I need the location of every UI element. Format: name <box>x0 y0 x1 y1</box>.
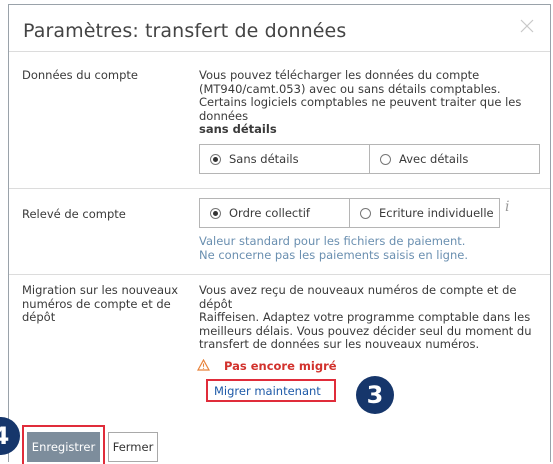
section-divider <box>9 188 550 189</box>
section-divider <box>9 274 550 275</box>
close-icon[interactable] <box>518 17 536 35</box>
close-button[interactable]: Fermer <box>108 432 158 462</box>
step-badge-3: 3 <box>356 376 394 414</box>
statement-toggle: Ordre collectif Ecriture individuelle <box>199 198 500 228</box>
details-toggle: Sans détails Avec détails <box>199 144 540 174</box>
radio-selected-icon <box>210 207 221 219</box>
info-icon[interactable]: i <box>505 199 509 215</box>
dialog-title: Paramètres: transfert de données <box>23 20 347 42</box>
migration-description: Vous avez reçu de nouveaux numéros de co… <box>199 283 532 351</box>
option-ecriture-individuelle[interactable]: Ecriture individuelle <box>349 199 499 227</box>
save-button[interactable]: Enregistrer <box>27 432 100 462</box>
account-data-description: Vous pouvez télécharger les données du c… <box>199 68 541 137</box>
option-sans-details[interactable]: Sans détails <box>200 145 369 173</box>
sans-details-emphasis: sans détails <box>199 122 277 136</box>
statement-hint: Valeur standard pour les fichiers de pai… <box>199 234 468 262</box>
statement-label: Relevé de compte <box>22 207 126 221</box>
status-not-migrated: Pas encore migré <box>224 358 337 373</box>
radio-empty-icon <box>360 207 371 219</box>
radio-selected-icon <box>210 153 221 165</box>
warning-icon <box>196 356 211 375</box>
option-avec-details[interactable]: Avec détails <box>369 145 539 173</box>
option-ordre-collectif[interactable]: Ordre collectif <box>200 199 349 227</box>
migration-status: Pas encore migré <box>196 356 337 375</box>
radio-empty-icon <box>380 153 391 165</box>
account-data-label: Données du compte <box>22 68 138 82</box>
migrate-now-link[interactable]: Migrer maintenant <box>214 384 321 398</box>
migration-label: Migration sur les nouveaux numéros de co… <box>22 283 179 324</box>
header-divider <box>9 51 550 52</box>
